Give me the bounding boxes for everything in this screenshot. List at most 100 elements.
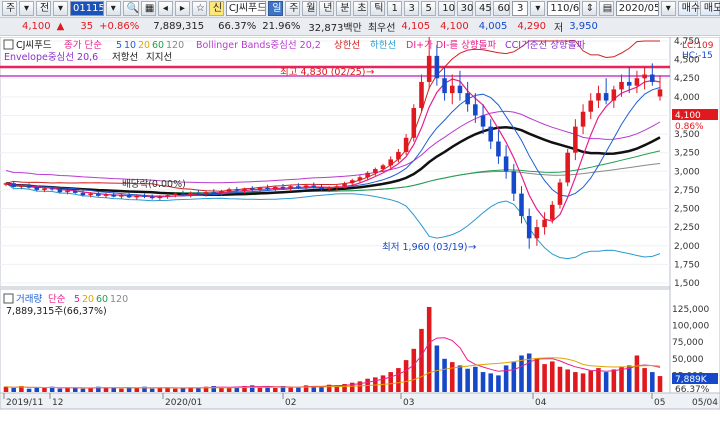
legend-support: 지지선 [146,52,172,63]
search-icon[interactable]: 🔍 [122,1,139,16]
minute-custom-input[interactable]: 3 [511,1,529,16]
candle-body [257,187,263,190]
minute-30-button[interactable]: 30 [456,1,473,16]
candle-body [465,93,470,105]
candle-body [219,191,224,193]
trade-amount: 32,873백만 [308,23,362,34]
y-tick-label: 3,000 [674,167,700,177]
candle-body [34,187,40,190]
period-year-button[interactable]: 년 [319,1,335,16]
buy-button[interactable]: 매수 [677,1,700,16]
calendar-icon[interactable]: ▤ [598,1,614,16]
arrow-left-icon[interactable]: ◂ [157,1,173,16]
y-tick-label: 2,750 [674,186,700,196]
candle-body [265,187,270,190]
legend-di-cross: DI+가 DI-를 상향돌파 [406,39,496,51]
legend-ma120: 120 [166,40,184,51]
volume-bar [457,365,463,392]
volume-tick-label: 125,000 [672,305,709,315]
volume-bar [11,388,16,392]
minute-45-button[interactable]: 45 [475,1,492,16]
volume-bar [473,366,478,392]
minute-10-button[interactable]: 10 [438,1,455,16]
candle-body [19,185,24,187]
arrow-right-icon[interactable]: ▸ [174,1,190,16]
volume-bar [426,306,432,392]
chevron-down-icon[interactable]: ▾ [530,1,546,16]
minute-1-button[interactable]: 1 [387,1,403,16]
pct-tag-text: 0.86% [675,122,704,132]
y-tick-label: 4,250 [674,74,700,84]
lc-label: LC:109 [682,41,714,51]
period-tick-button[interactable]: 틱 [370,1,386,16]
candle-body [296,186,301,188]
volume-bar [26,388,32,392]
candle-body [511,171,517,194]
volume-bar [157,388,163,392]
volume-bar [634,355,640,392]
period-second-button[interactable]: 초 [353,1,369,16]
y-tick-label: 2,250 [674,223,700,233]
candle-body [557,182,563,205]
tab-prev[interactable]: 전 [36,1,51,16]
volume-bar [134,388,140,392]
tab-daily[interactable]: 주 [2,1,17,16]
candle-body [380,165,386,170]
period-minute-button[interactable]: 분 [336,1,352,16]
turnover-value: 21.96% [262,21,301,32]
stock-name-field: CJ씨푸드 [225,1,267,16]
volume-bar [180,388,186,392]
volume-legend-60: 60 [96,294,108,305]
candle-body [3,183,9,185]
candle-body [565,152,570,183]
candle-body [42,188,47,190]
sell-button[interactable]: 매도 [699,1,720,16]
period-week-button[interactable]: 주 [285,1,301,16]
high-value: 4,290 [517,21,546,32]
legend-cci-cross: CCI기준선 상향돌파 [505,39,586,51]
volume-bar [650,372,655,392]
period-daily-button[interactable]: 일 [268,1,284,16]
minute-5-button[interactable]: 5 [421,1,437,16]
candle-body [573,126,578,153]
chart-svg[interactable]: 4,7504,5004,2504,0003,7503,5003,2503,000… [0,35,720,435]
dropdown-icon[interactable]: ▾ [660,1,676,16]
volume-bar [388,372,393,392]
volume-value: 7,889,315 [153,21,205,32]
minute-60-button[interactable]: 60 [493,1,510,16]
volume-legend-checkbox[interactable] [3,293,14,304]
candle-body [26,185,32,188]
volume-bar [442,358,447,392]
count-input[interactable]: 110/600 [547,1,580,16]
candle-body [357,177,363,181]
candle-body [196,192,201,194]
x-tick-label: 05 [654,398,665,408]
star-icon[interactable]: ☆ [191,1,207,16]
stepper-icon[interactable]: ⇕ [581,1,597,16]
candle-body [319,186,324,190]
grid-icon[interactable]: ▦ [140,1,156,16]
stock-code-input[interactable]: 011150 [70,1,104,16]
candle-body [288,186,293,189]
volume-legend-120: 120 [110,294,128,305]
current-price: 4,100 [22,21,51,32]
chevron-down-icon[interactable]: ▾ [19,1,34,16]
x-tick-label: 02 [285,398,296,408]
date-input[interactable]: 2020/05/04 [615,1,659,16]
x-tick-label: 05/04 [692,398,718,408]
chevron-down-icon[interactable]: ▾ [53,1,68,16]
volume-tag-text: 7,889K [675,375,708,385]
candle-body [449,85,455,94]
candle-body [526,215,532,239]
legend-ma20: 20 [138,40,150,51]
minute-3-button[interactable]: 3 [404,1,420,16]
volume-bar [603,372,609,392]
candle-body [396,151,401,160]
chart-area[interactable]: 4,7504,5004,2504,0003,7503,5003,2503,000… [0,35,720,435]
arrow-right-icon: → [366,67,374,78]
volume-bar [88,388,93,392]
candle-body [111,194,116,197]
period-month-button[interactable]: 월 [302,1,318,16]
legend-checkbox[interactable] [3,39,14,50]
dropdown-icon[interactable]: ▾ [105,1,121,16]
